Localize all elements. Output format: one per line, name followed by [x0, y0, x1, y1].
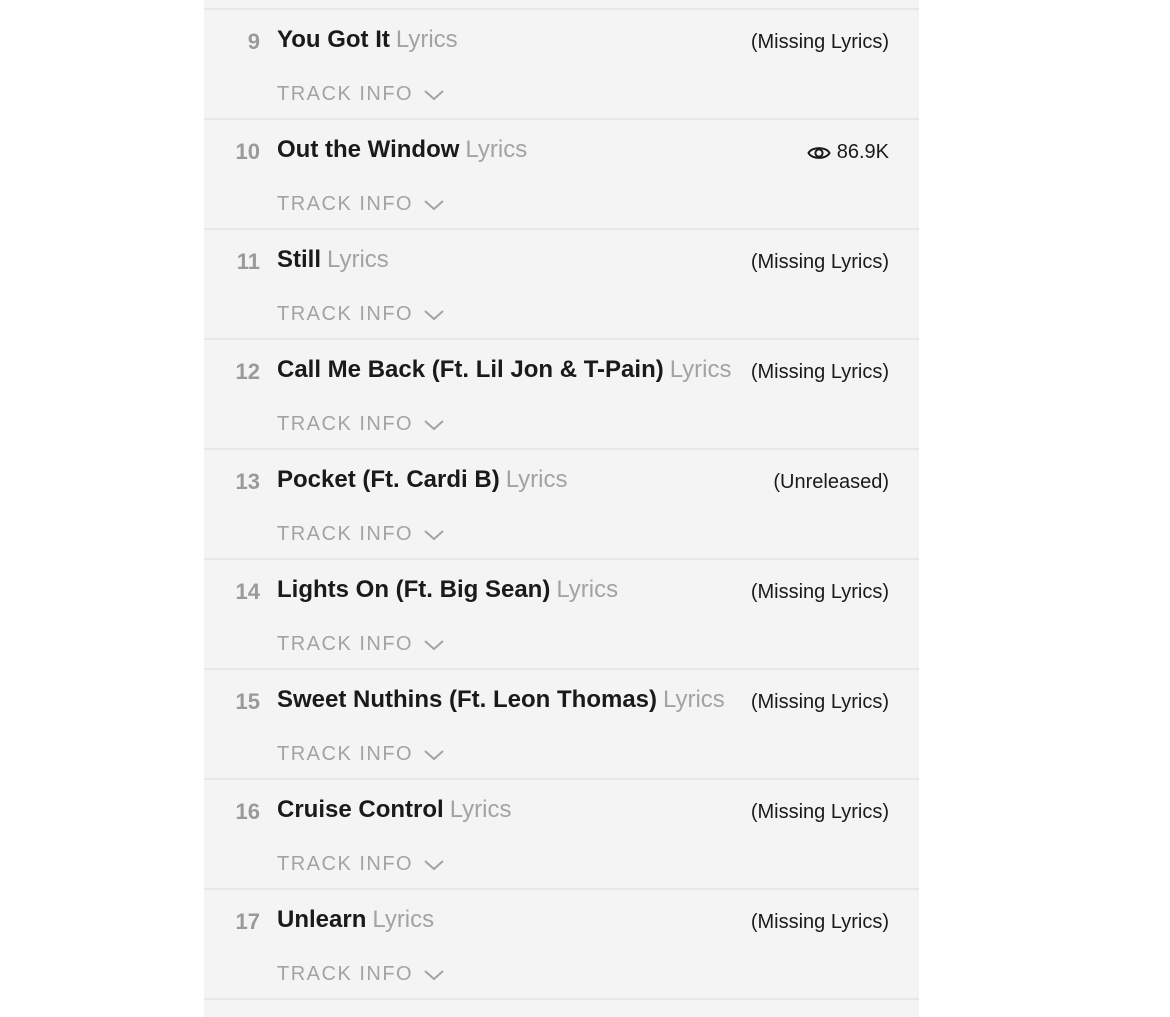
- status-text: (Missing Lyrics): [750, 251, 889, 273]
- lyrics-suffix[interactable]: Lyrics: [556, 576, 618, 603]
- lyrics-suffix[interactable]: Lyrics: [372, 906, 434, 933]
- track-info-label[interactable]: TRACK INFO: [277, 853, 413, 876]
- track-row: 13 Pocket (Ft. Cardi B) Lyrics (Unrelease…: [204, 450, 919, 560]
- chevron-down-icon[interactable]: [423, 968, 445, 982]
- track-status: (Missing Lyrics): [751, 581, 889, 604]
- track-info-toggle[interactable]: TRACK INFO: [277, 303, 445, 326]
- chevron-down-icon[interactable]: [423, 418, 445, 432]
- chevron-down-icon[interactable]: [423, 528, 445, 542]
- track-number: 14: [235, 579, 260, 604]
- track-title-link[interactable]: Still Lyrics: [277, 246, 389, 274]
- track-status: (Missing Lyrics): [751, 251, 889, 274]
- track-title-link[interactable]: Lights On (Ft. Big Sean) Lyrics: [277, 576, 618, 604]
- track-info-toggle[interactable]: TRACK INFO: [277, 83, 445, 106]
- status-text: (Missing Lyrics): [750, 581, 889, 603]
- track-title-link[interactable]: Call Me Back (Ft. Lil Jon & T-Pain) Lyric…: [277, 356, 732, 384]
- track-row: 17 Unlearn Lyrics (Missing Lyrics) TRACK …: [204, 890, 919, 1000]
- track-status: (Missing Lyrics): [751, 691, 889, 714]
- track-info-toggle[interactable]: TRACK INFO: [277, 963, 445, 986]
- track-info-label[interactable]: TRACK INFO: [277, 633, 413, 656]
- track-info-label[interactable]: TRACK INFO: [277, 413, 413, 436]
- track-title-link[interactable]: Cruise Control Lyrics: [277, 796, 511, 824]
- track-number: 11: [236, 249, 260, 274]
- tracklist-panel: 9 You Got It Lyrics (Missing Lyrics) TRAC…: [204, 0, 919, 1017]
- lyrics-suffix[interactable]: Lyrics: [396, 26, 458, 53]
- track-title[interactable]: Still: [277, 246, 321, 273]
- track-number: 10: [235, 139, 260, 164]
- track-info-label[interactable]: TRACK INFO: [277, 303, 413, 326]
- chevron-down-icon[interactable]: [423, 638, 445, 652]
- track-title-link[interactable]: You Got It Lyrics: [277, 26, 458, 54]
- status-text: (Unreleased): [773, 471, 889, 493]
- track-status: (Missing Lyrics): [751, 801, 889, 824]
- track-info-toggle[interactable]: TRACK INFO: [277, 743, 445, 766]
- track-row: 12 Call Me Back (Ft. Lil Jon & T-Pain) Ly…: [204, 340, 919, 450]
- status-text: (Missing Lyrics): [750, 361, 889, 383]
- eye-icon: [807, 146, 831, 159]
- track-row: 9 You Got It Lyrics (Missing Lyrics) TRAC…: [204, 10, 919, 120]
- track-title-link[interactable]: Sweet Nuthins (Ft. Leon Thomas) Lyrics: [277, 686, 725, 714]
- lyrics-suffix[interactable]: Lyrics: [450, 796, 512, 823]
- track-title[interactable]: Unlearn: [277, 906, 366, 933]
- track-info-label[interactable]: TRACK INFO: [277, 523, 413, 546]
- track-info-toggle[interactable]: TRACK INFO: [277, 523, 445, 546]
- lyrics-suffix[interactable]: Lyrics: [506, 466, 568, 493]
- chevron-down-icon[interactable]: [423, 198, 445, 212]
- track-info-label[interactable]: TRACK INFO: [277, 963, 413, 986]
- track-title[interactable]: Sweet Nuthins (Ft. Leon Thomas): [277, 686, 657, 713]
- track-row: 10 Out the Window Lyrics 86.9K TRACK INFO: [204, 120, 919, 230]
- track-info-label[interactable]: TRACK INFO: [277, 83, 413, 106]
- track-number: 12: [235, 359, 260, 384]
- status-text: (Missing Lyrics): [750, 31, 889, 53]
- track-status: (Missing Lyrics): [751, 911, 889, 934]
- lyrics-suffix[interactable]: Lyrics: [670, 356, 732, 383]
- track-title[interactable]: You Got It: [277, 26, 390, 53]
- lyrics-suffix[interactable]: Lyrics: [465, 136, 527, 163]
- chevron-down-icon[interactable]: [423, 748, 445, 762]
- track-number: 9: [247, 29, 260, 54]
- track-number: 15: [235, 689, 260, 714]
- track-status: (Missing Lyrics): [751, 361, 889, 384]
- track-row: 14 Lights On (Ft. Big Sean) Lyrics (Missi…: [204, 560, 919, 670]
- track-info-label[interactable]: TRACK INFO: [277, 743, 413, 766]
- track-status: (Missing Lyrics): [751, 31, 889, 54]
- track-number: 17: [235, 909, 260, 934]
- chevron-down-icon[interactable]: [423, 88, 445, 102]
- previous-row-edge: [204, 0, 919, 10]
- views-count: 86.9K: [836, 141, 889, 163]
- track-title[interactable]: Pocket (Ft. Cardi B): [277, 466, 500, 493]
- track-title[interactable]: Out the Window: [277, 136, 459, 163]
- track-info-toggle[interactable]: TRACK INFO: [277, 413, 445, 436]
- track-info-toggle[interactable]: TRACK INFO: [277, 633, 445, 656]
- track-info-toggle[interactable]: TRACK INFO: [277, 853, 445, 876]
- chevron-down-icon[interactable]: [423, 308, 445, 322]
- track-views: 86.9K: [807, 141, 889, 164]
- track-row: 15 Sweet Nuthins (Ft. Leon Thomas) Lyrics…: [204, 670, 919, 780]
- track-title-link[interactable]: Out the Window Lyrics: [277, 136, 527, 164]
- status-text: (Missing Lyrics): [750, 801, 889, 823]
- lyrics-suffix[interactable]: Lyrics: [327, 246, 389, 273]
- track-title[interactable]: Cruise Control: [277, 796, 444, 823]
- track-title[interactable]: Call Me Back (Ft. Lil Jon & T-Pain): [277, 356, 664, 383]
- track-row: 11 Still Lyrics (Missing Lyrics) TRACK IN…: [204, 230, 919, 340]
- track-number: 13: [235, 469, 260, 494]
- track-status: (Unreleased): [773, 471, 889, 494]
- status-text: (Missing Lyrics): [750, 911, 889, 933]
- track-info-toggle[interactable]: TRACK INFO: [277, 193, 445, 216]
- track-number: 16: [235, 799, 260, 824]
- track-info-label[interactable]: TRACK INFO: [277, 193, 413, 216]
- status-text: (Missing Lyrics): [750, 691, 889, 713]
- track-row: 16 Cruise Control Lyrics (Missing Lyrics)…: [204, 780, 919, 890]
- track-title-link[interactable]: Unlearn Lyrics: [277, 906, 434, 934]
- track-title-link[interactable]: Pocket (Ft. Cardi B) Lyrics: [277, 466, 567, 494]
- track-title[interactable]: Lights On (Ft. Big Sean): [277, 576, 550, 603]
- lyrics-suffix[interactable]: Lyrics: [663, 686, 725, 713]
- chevron-down-icon[interactable]: [423, 858, 445, 872]
